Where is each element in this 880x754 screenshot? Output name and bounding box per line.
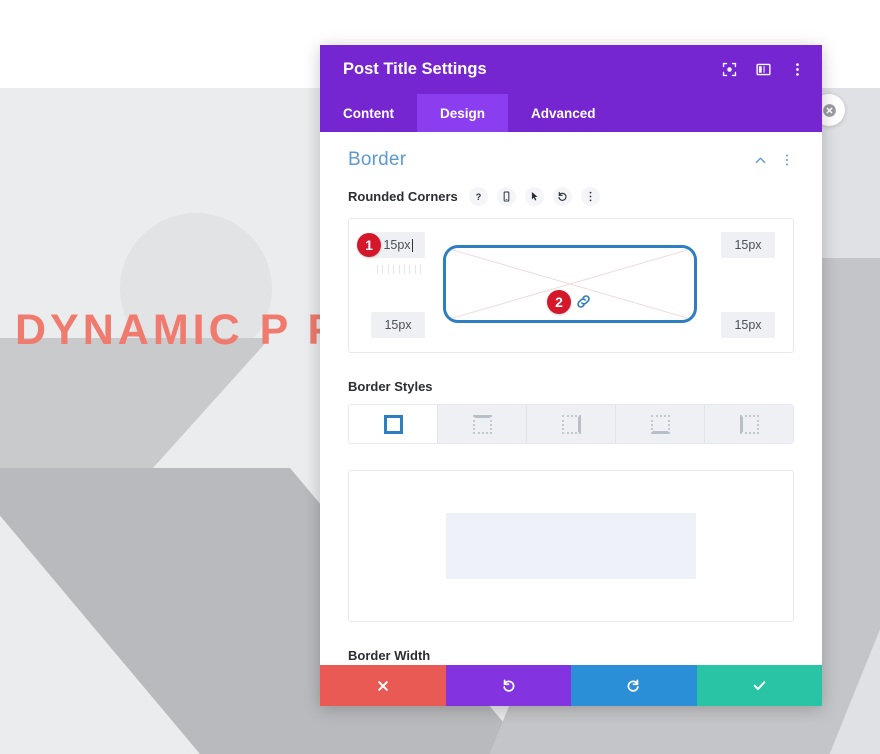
rounded-corners-label: Rounded Corners (348, 189, 458, 204)
svg-text:?: ? (476, 192, 482, 202)
tab-advanced[interactable]: Advanced (508, 94, 619, 132)
border-preview-swatch (446, 513, 696, 579)
modal-body: Border Rounded Corners ? 15px 15px 15px … (320, 132, 822, 665)
border-right-icon (561, 414, 581, 434)
corner-guides (446, 248, 694, 320)
annotation-badge-2: 2 (547, 290, 571, 314)
layout-columns-icon[interactable] (755, 61, 772, 78)
cursor-pointer-icon[interactable] (524, 187, 544, 206)
redo-button[interactable] (571, 665, 697, 706)
cancel-button[interactable] (320, 665, 446, 706)
border-style-left[interactable] (705, 405, 793, 443)
rounded-corners-label-row: Rounded Corners ? (348, 183, 794, 218)
border-style-right[interactable] (527, 405, 616, 443)
more-vertical-icon[interactable] (789, 61, 806, 78)
modal-tabs: Content Design Advanced (320, 94, 822, 132)
tab-content[interactable]: Content (320, 94, 417, 132)
corner-slider-ruler[interactable] (377, 265, 421, 274)
chevron-up-icon[interactable] (753, 153, 768, 168)
modal-header: Post Title Settings (320, 45, 822, 94)
tab-design[interactable]: Design (417, 94, 509, 132)
border-width-label: Border Width (348, 648, 431, 663)
corner-input-top-right[interactable]: 15px (721, 232, 775, 258)
corner-value-top-right: 15px (734, 238, 762, 252)
corner-preview-shape (443, 245, 697, 323)
border-style-all[interactable] (349, 405, 438, 443)
border-top-icon (472, 414, 492, 434)
border-styles-label: Border Styles (348, 379, 433, 394)
help-icon[interactable]: ? (468, 187, 488, 206)
save-button[interactable] (696, 665, 822, 706)
border-styles-options (348, 404, 794, 444)
modal-footer (320, 665, 822, 706)
rounded-corners-panel: 15px 15px 15px 15px 1 2 (348, 218, 794, 353)
reset-icon[interactable] (552, 187, 572, 206)
section-controls (753, 153, 794, 168)
post-title-settings-modal: Post Title Settings Content Design Advan… (320, 45, 822, 706)
border-bottom-icon (650, 414, 670, 434)
border-section-header: Border (348, 132, 794, 183)
screen: R DYNAMIC P PL Post Title Settings Conte… (0, 0, 880, 754)
undo-button[interactable] (445, 665, 571, 706)
corner-input-bottom-left[interactable]: 15px (371, 312, 425, 338)
border-style-bottom[interactable] (616, 405, 705, 443)
annotation-badge-1: 1 (357, 233, 381, 257)
corner-input-bottom-right[interactable]: 15px (721, 312, 775, 338)
border-left-icon (739, 414, 759, 434)
text-caret (411, 238, 413, 252)
mobile-device-icon[interactable] (496, 187, 516, 206)
section-title: Border (348, 149, 407, 170)
border-preview-box (348, 470, 794, 622)
page-title: Post Title Settings (343, 60, 487, 78)
corner-value-bottom-left: 15px (384, 318, 412, 332)
corner-value-top-left: 15px (383, 238, 411, 252)
border-all-icon (383, 414, 403, 434)
corner-value-bottom-right: 15px (734, 318, 762, 332)
border-style-top[interactable] (438, 405, 527, 443)
header-icon-group (721, 61, 806, 78)
section-more-vertical-icon[interactable] (780, 153, 794, 167)
link-chain-icon[interactable] (574, 292, 593, 316)
focus-target-icon[interactable] (721, 61, 738, 78)
corners-more-vertical-icon[interactable] (580, 187, 600, 206)
